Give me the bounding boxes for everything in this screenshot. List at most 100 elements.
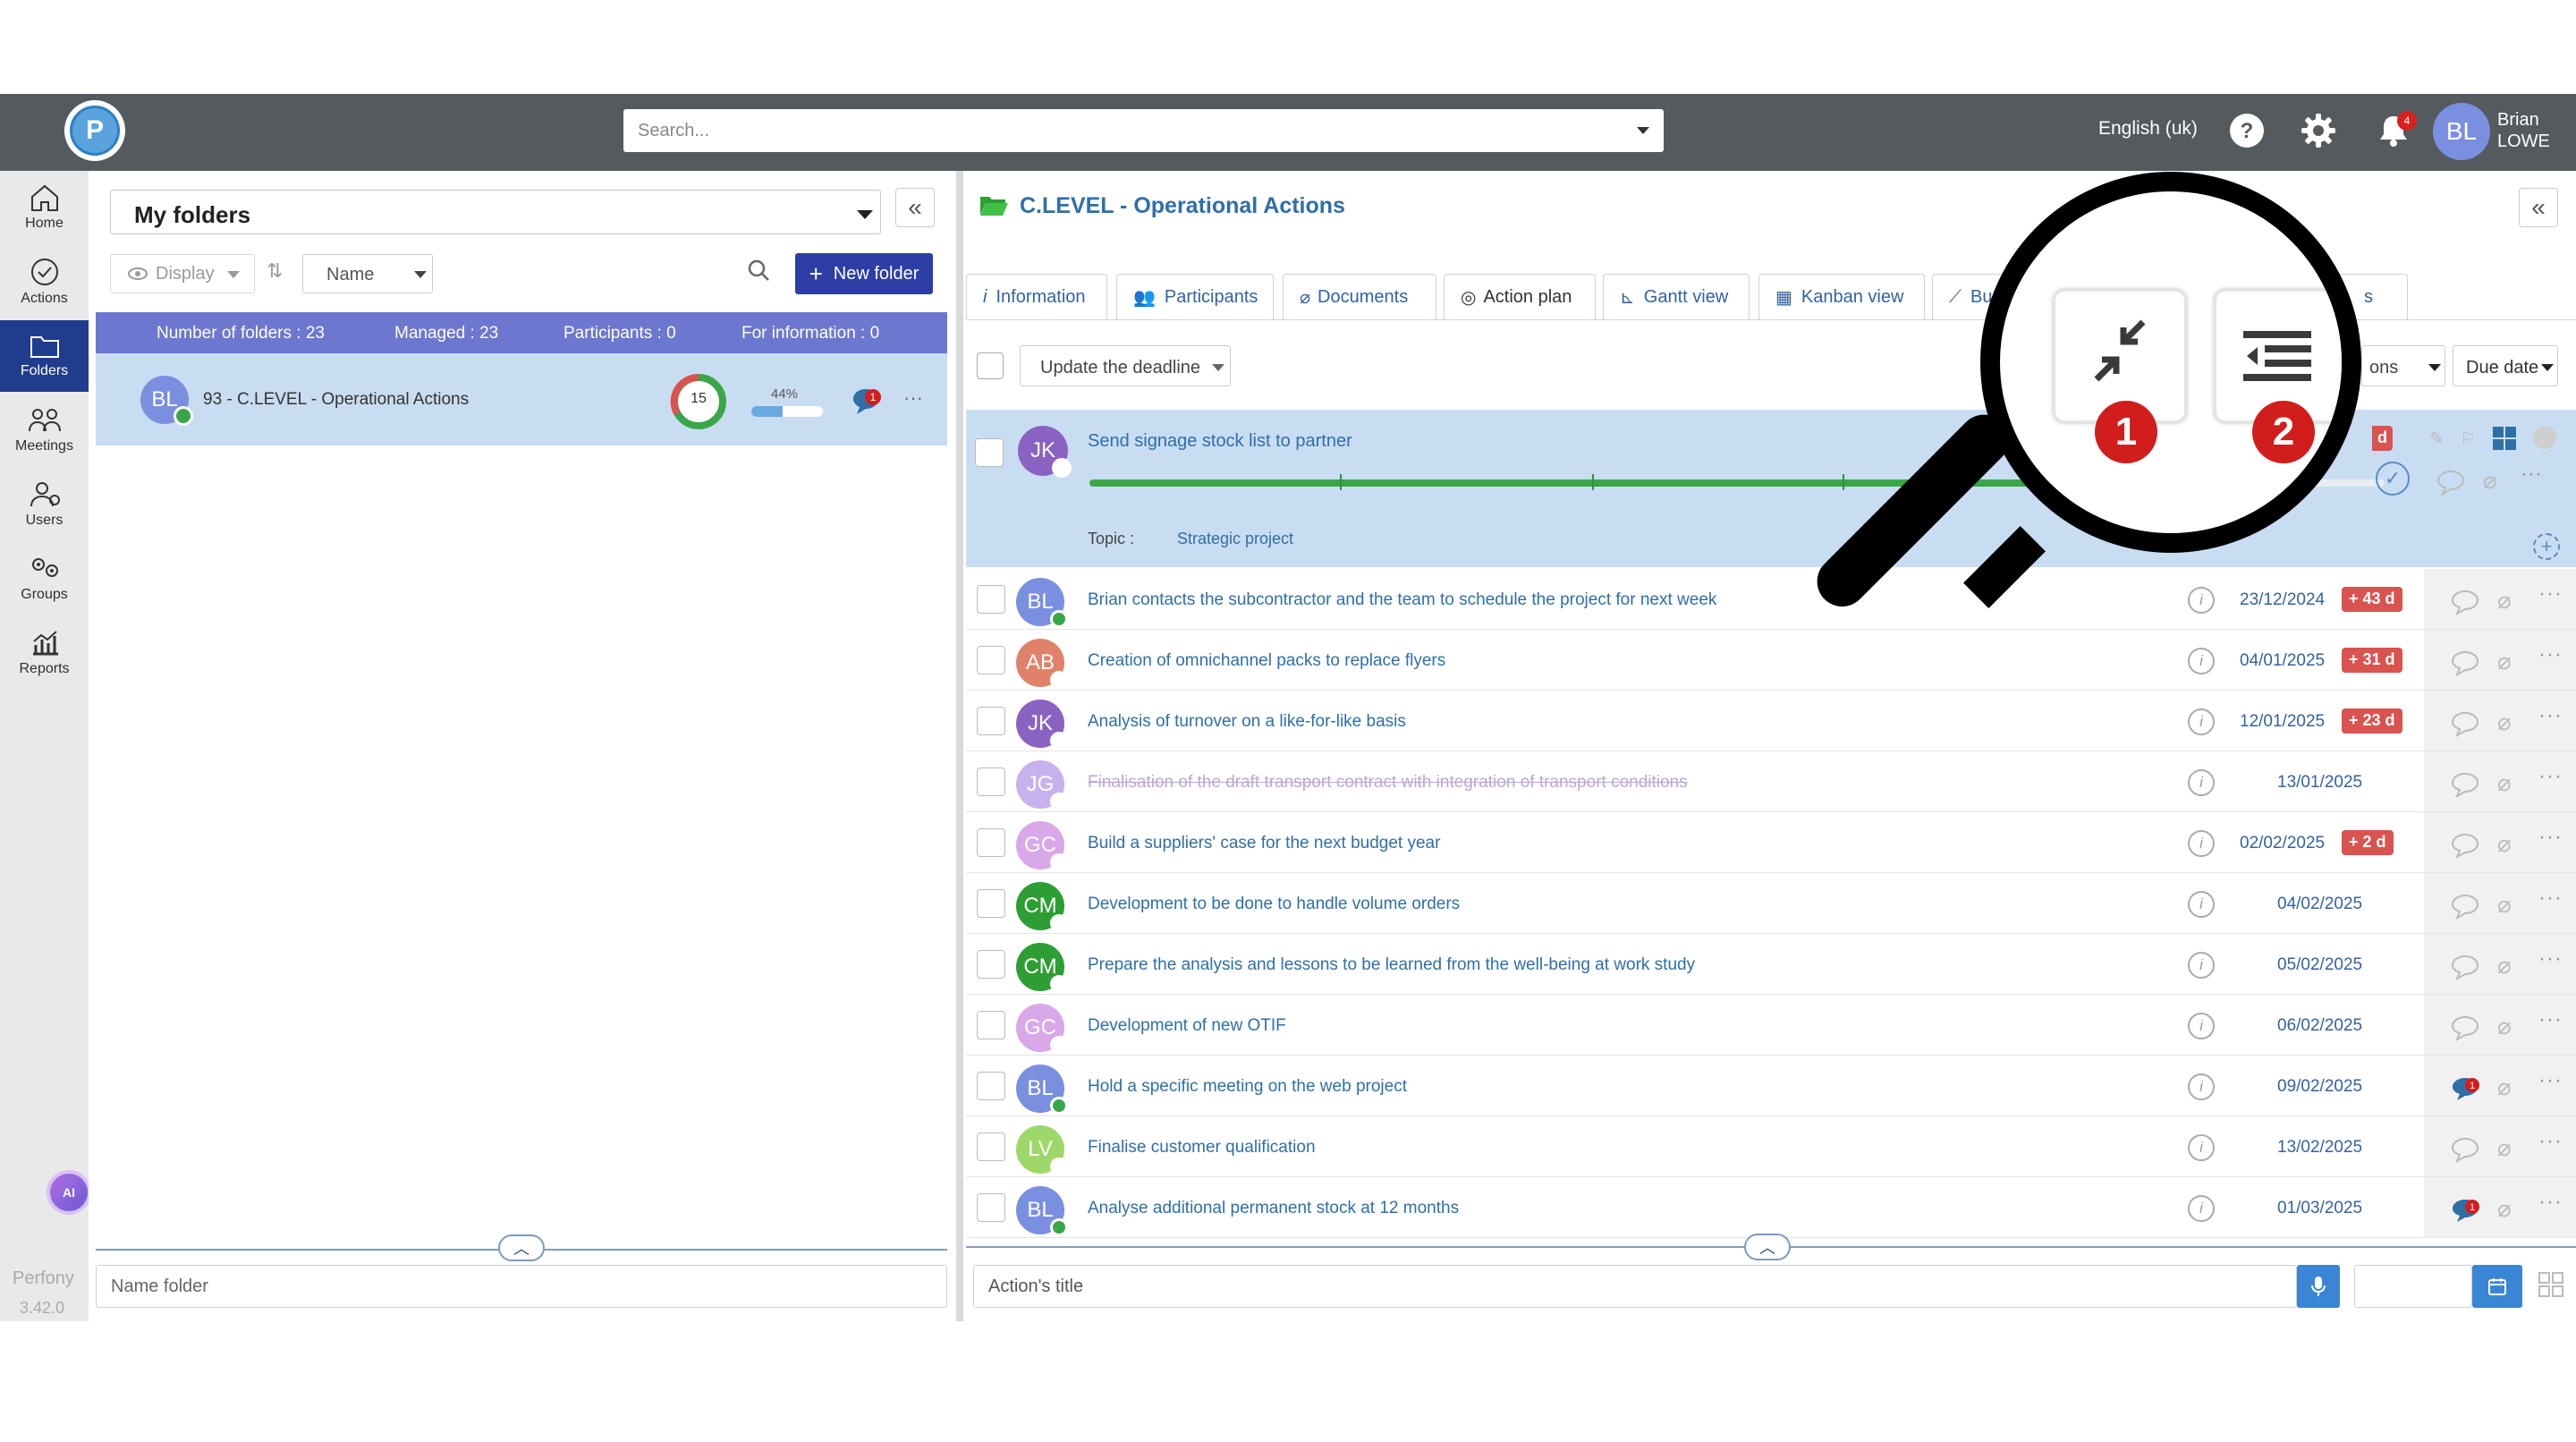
action-title[interactable]: Development of new OTIF: [1088, 1016, 1286, 1036]
paperclip-icon[interactable]: ⌀: [2497, 1013, 2512, 1040]
folder-selector[interactable]: My folders: [110, 190, 881, 234]
action-title[interactable]: Creation of omnichannel packs to replace…: [1088, 651, 1445, 671]
more-options-icon[interactable]: ···: [2538, 825, 2563, 850]
row-checkbox[interactable]: [977, 828, 1005, 857]
action-title[interactable]: Analyse additional permanent stock at 12…: [1088, 1199, 1459, 1218]
tab-information[interactable]: i Information: [966, 274, 1107, 320]
info-icon[interactable]: i: [2188, 1195, 2215, 1222]
paperclip-icon[interactable]: ⌀: [2497, 891, 2512, 919]
table-row[interactable]: JK Analysis of turnover on a like-for-lik…: [966, 691, 2576, 751]
ai-assistant-button[interactable]: AI: [47, 1170, 91, 1215]
comment-icon[interactable]: [2449, 893, 2485, 924]
tab-action-plan[interactable]: ◎ Action plan: [1444, 274, 1596, 320]
comment-icon[interactable]: [2449, 710, 2485, 742]
comment-icon[interactable]: 1: [850, 386, 886, 421]
row-checkbox[interactable]: [977, 646, 1005, 674]
nav-users[interactable]: Users: [0, 469, 89, 540]
sort-by-select[interactable]: Due date: [2453, 345, 2558, 386]
comment-icon[interactable]: [2449, 649, 2485, 681]
comment-icon[interactable]: [2449, 1136, 2485, 1167]
more-options-icon[interactable]: ···: [2538, 1129, 2563, 1154]
nav-reports[interactable]: Reports: [0, 617, 89, 689]
info-icon[interactable]: i: [2188, 891, 2215, 918]
user-avatar[interactable]: BL: [2433, 103, 2490, 160]
action-title[interactable]: Analysis of turnover on a like-for-like …: [1088, 712, 1406, 732]
table-row[interactable]: BL Hold a specific meeting on the web pro…: [966, 1056, 2576, 1116]
more-options-icon[interactable]: ···: [2538, 703, 2563, 728]
info-icon[interactable]: i: [2188, 1134, 2215, 1161]
paperclip-icon[interactable]: ⌀: [2497, 769, 2512, 797]
search-input[interactable]: Search...: [623, 109, 1664, 152]
flag-icon[interactable]: ⚐: [2460, 428, 2476, 450]
action-title[interactable]: Development to be done to handle volume …: [1088, 895, 1460, 914]
collapse-folder-panel-button[interactable]: «: [895, 188, 935, 227]
edit-icon[interactable]: ✎: [2429, 428, 2445, 450]
new-folder-name-input[interactable]: Name folder: [96, 1265, 947, 1308]
info-icon[interactable]: i: [2188, 952, 2215, 979]
table-row[interactable]: GC Build a suppliers' case for the next b…: [966, 812, 2576, 873]
nav-actions[interactable]: Actions: [0, 246, 89, 318]
info-icon[interactable]: i: [2188, 648, 2215, 674]
action-title[interactable]: Brian contacts the subcontractor and the…: [1088, 590, 1716, 610]
row-checkbox[interactable]: [977, 1193, 1005, 1222]
more-options-icon[interactable]: ···: [2538, 1007, 2563, 1032]
comment-icon[interactable]: [2449, 832, 2485, 863]
gear-icon[interactable]: [2299, 111, 2338, 150]
action-title[interactable]: Prepare the analysis and lessons to be l…: [1088, 955, 1695, 975]
row-checkbox[interactable]: [977, 1011, 1005, 1039]
action-title[interactable]: Hold a specific meeting on the web proje…: [1088, 1077, 1407, 1097]
expand-panel-button[interactable]: ︿: [1744, 1234, 1791, 1260]
user-name[interactable]: Brian LOWE: [2497, 109, 2550, 152]
more-options-icon[interactable]: ···: [2538, 642, 2563, 667]
paperclip-icon[interactable]: ⌀: [2497, 648, 2512, 675]
row-checkbox[interactable]: [977, 1072, 1005, 1100]
help-icon[interactable]: ?: [2227, 111, 2267, 150]
info-icon[interactable]: i: [2188, 1013, 2215, 1039]
more-options-icon[interactable]: ···: [2538, 1068, 2563, 1093]
microphone-button[interactable]: [2297, 1265, 2340, 1308]
sort-order-icon[interactable]: ⇅: [267, 259, 283, 283]
paperclip-icon[interactable]: ⌀: [2497, 830, 2512, 858]
display-filter-button[interactable]: Display: [110, 254, 255, 293]
topic-value[interactable]: Strategic project: [1177, 530, 1293, 548]
action-title[interactable]: Finalise customer qualification: [1088, 1138, 1316, 1158]
more-options-icon[interactable]: ···: [2521, 462, 2542, 487]
info-icon[interactable]: i: [2188, 830, 2215, 857]
comment-icon[interactable]: [2449, 589, 2485, 620]
kanban-grid-icon[interactable]: [2492, 426, 2517, 455]
paperclip-icon[interactable]: ⌀: [2497, 708, 2512, 736]
paperclip-icon[interactable]: ⌀: [2497, 1073, 2512, 1101]
tab-documents[interactable]: ⌀ Documents: [1283, 274, 1436, 320]
new-folder-button[interactable]: + New folder: [795, 253, 933, 294]
sort-field-select[interactable]: Name: [302, 254, 433, 293]
info-icon[interactable]: i: [2188, 1073, 2215, 1100]
folder-title[interactable]: 93 - C.LEVEL - Operational Actions: [203, 390, 469, 410]
row-checkbox[interactable]: [977, 1132, 1005, 1161]
new-action-title-input[interactable]: Action's title: [973, 1265, 2297, 1308]
table-row[interactable]: CM Prepare the analysis and lessons to be…: [966, 934, 2576, 995]
collapse-detail-panel-button[interactable]: «: [2519, 188, 2558, 227]
options-select[interactable]: ons: [2361, 345, 2445, 386]
grid-view-icon[interactable]: [2538, 1272, 2563, 1302]
table-row[interactable]: BL Brian contacts the subcontractor and t…: [966, 569, 2576, 630]
row-checkbox[interactable]: [977, 707, 1005, 735]
comment-icon[interactable]: [2449, 954, 2485, 985]
nav-home[interactable]: Home: [0, 172, 89, 243]
more-options-icon[interactable]: ···: [2538, 946, 2563, 971]
tab-participants[interactable]: 👥 Participants: [1116, 274, 1274, 320]
table-row[interactable]: AB Creation of omnichannel packs to repla…: [966, 630, 2576, 691]
vertical-splitter[interactable]: [956, 171, 963, 1321]
paperclip-icon[interactable]: ⌀: [2497, 1195, 2512, 1223]
nav-groups[interactable]: Groups: [0, 543, 89, 615]
paperclip-icon[interactable]: ⌀: [2483, 467, 2497, 495]
tab-kanban-view[interactable]: ▦ Kanban view: [1758, 274, 1925, 320]
more-options-icon[interactable]: ···: [2538, 581, 2563, 606]
table-row[interactable]: LV Finalise customer qualification i 13/02/…: [966, 1116, 2576, 1177]
more-options-icon[interactable]: ···: [2538, 1190, 2563, 1215]
action-title[interactable]: Finalisation of the draft transport cont…: [1088, 773, 1688, 793]
select-all-checkbox[interactable]: [977, 352, 1004, 379]
add-subaction-icon[interactable]: +: [2533, 533, 2560, 560]
info-icon[interactable]: i: [2188, 769, 2215, 796]
table-row[interactable]: CM Development to be done to handle volum…: [966, 873, 2576, 934]
action-title[interactable]: Send signage stock list to partner: [1088, 431, 1352, 452]
